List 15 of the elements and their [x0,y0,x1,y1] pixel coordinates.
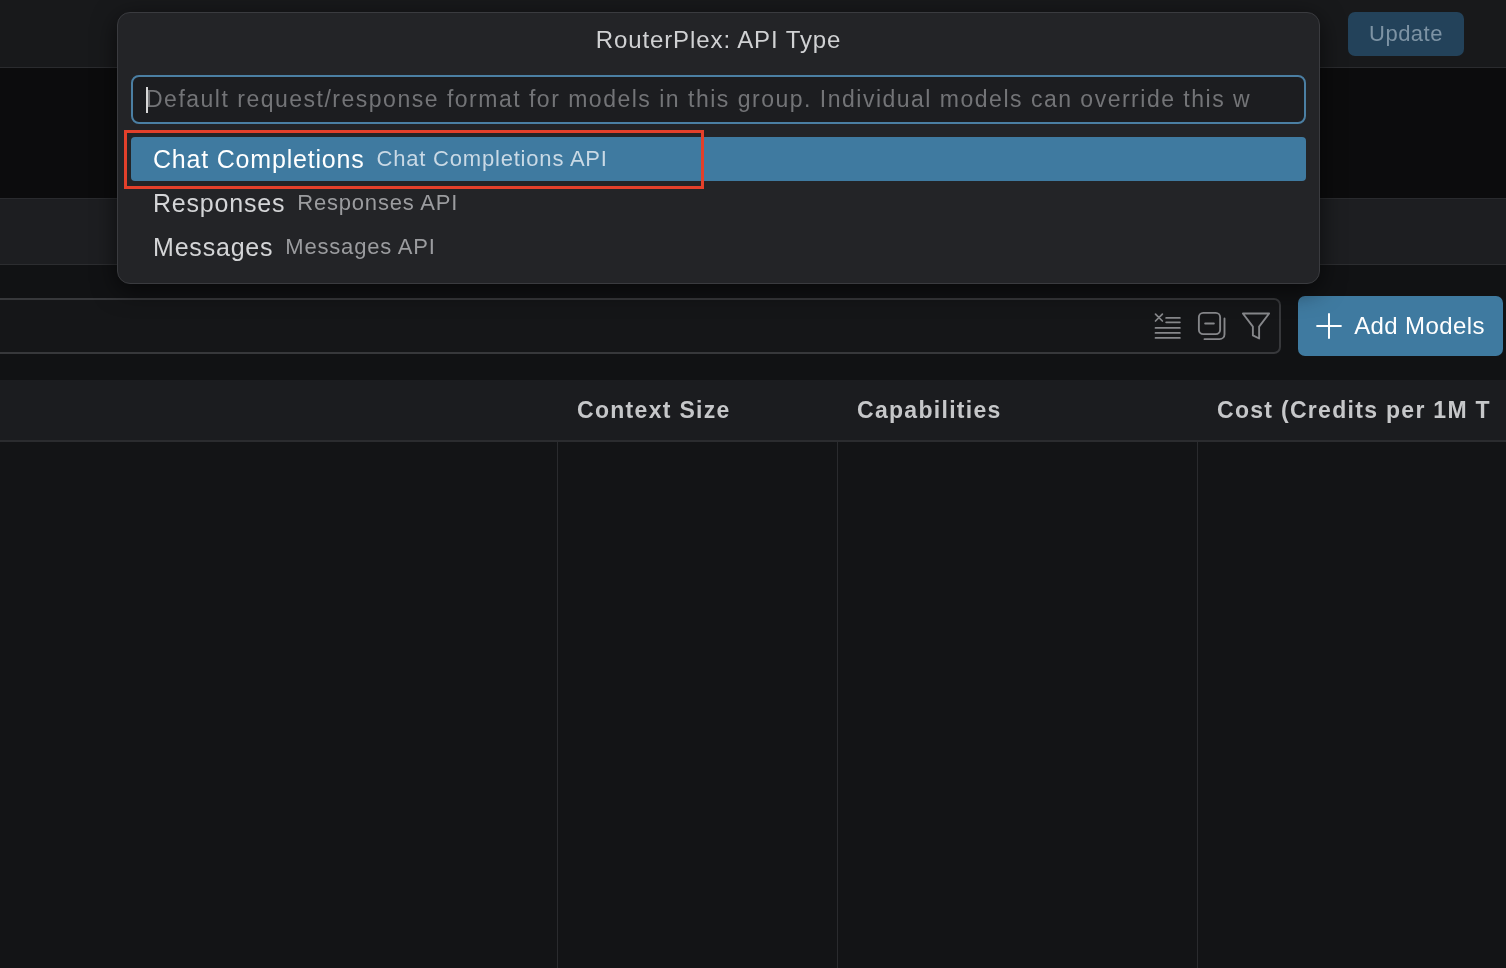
plus-icon [1316,313,1343,339]
collapse-all-icon[interactable] [1197,311,1227,341]
option-item[interactable]: Responses Responses API [131,181,1306,225]
column-header: Cost (Credits per 1M T [1217,396,1491,424]
update-button[interactable]: Update [1348,12,1464,56]
column-header: Context Size [577,396,731,424]
quick-pick-input[interactable]: Default request/response format for models in this group. Individual models can override this w [131,75,1306,124]
option-item[interactable]: Messages Messages API [131,225,1306,269]
dialog-title: RouterPlex: API Type [595,25,842,55]
column-header: Capabilities [857,396,1002,424]
filter-field[interactable] [0,298,1281,354]
clear-list-icon[interactable] [1153,311,1183,341]
add-models-button[interactable]: Add Models [1298,296,1503,356]
filter-icon[interactable] [1241,311,1271,341]
text-cursor [146,87,148,113]
